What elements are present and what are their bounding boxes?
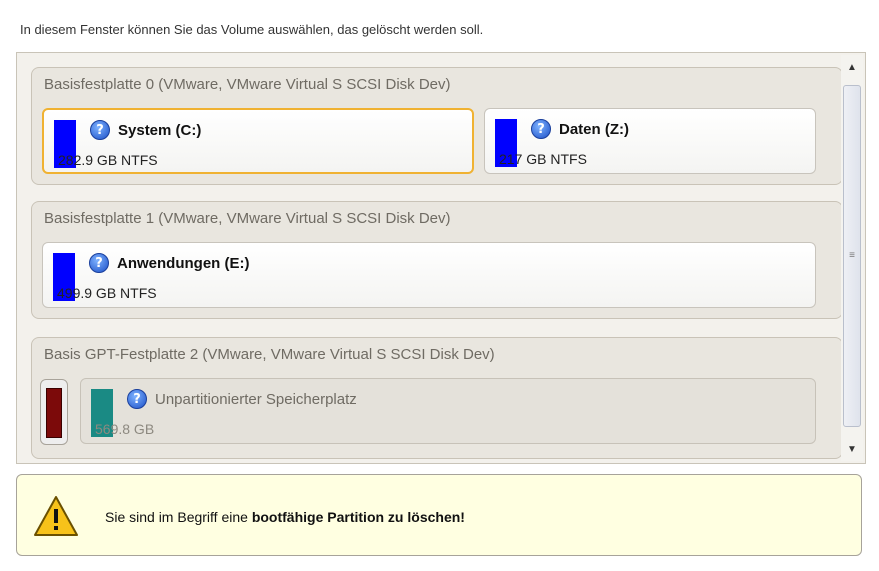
partition-boot-small[interactable]: [40, 379, 68, 445]
warning-text: Sie sind im Begriff eine bootfähige Part…: [105, 509, 465, 525]
partition-info: 217 GB NTFS: [499, 151, 587, 167]
disk-group-0: Basisfestplatte 0 (VMware, VMware Virtua…: [31, 67, 843, 185]
partition-name: System (C:): [118, 121, 202, 139]
partition-info: 569.8 GB: [95, 421, 155, 437]
disk-title: Basis GPT-Festplatte 2 (VMware, VMware V…: [44, 346, 495, 363]
warning-box: Sie sind im Begriff eine bootfähige Part…: [16, 474, 862, 556]
question-help-icon[interactable]: ?: [531, 119, 551, 139]
disk-title: Basisfestplatte 0 (VMware, VMware Virtua…: [44, 76, 451, 93]
warning-bold-text: bootfähige Partition zu löschen!: [251, 509, 465, 525]
grip-icon: ≡: [849, 250, 855, 261]
partition-name: Anwendungen (E:): [117, 254, 250, 272]
volume-list[interactable]: Basisfestplatte 0 (VMware, VMware Virtua…: [16, 52, 866, 464]
partition-info: 499.9 GB NTFS: [57, 285, 157, 301]
partition-name: Unpartitionierter Speicherplatz: [155, 390, 357, 408]
question-help-icon[interactable]: ?: [90, 120, 110, 140]
partition-color-bar: [46, 388, 62, 438]
partition-info: 282.9 GB NTFS: [58, 152, 158, 168]
instruction-text: In diesem Fenster können Sie das Volume …: [20, 22, 484, 37]
vertical-scrollbar[interactable]: ▲ ≡ ▼: [841, 55, 863, 461]
scroll-up-button[interactable]: ▲: [843, 57, 861, 77]
question-help-icon[interactable]: ?: [127, 389, 147, 409]
scroll-thumb[interactable]: ≡: [843, 85, 861, 427]
partition-daten-z[interactable]: ? Daten (Z:) 217 GB NTFS: [484, 108, 816, 174]
scroll-down-button[interactable]: ▼: [843, 439, 861, 459]
question-help-icon[interactable]: ?: [89, 253, 109, 273]
partition-anwendungen-e[interactable]: ? Anwendungen (E:) 499.9 GB NTFS: [42, 242, 816, 308]
disk-title: Basisfestplatte 1 (VMware, VMware Virtua…: [44, 210, 451, 227]
volume-list-area: Basisfestplatte 0 (VMware, VMware Virtua…: [17, 53, 843, 463]
partition-unallocated[interactable]: ? Unpartitionierter Speicherplatz 569.8 …: [80, 378, 816, 444]
disk-group-2: Basis GPT-Festplatte 2 (VMware, VMware V…: [31, 337, 843, 459]
partition-name: Daten (Z:): [559, 120, 629, 138]
partition-system-c[interactable]: ? System (C:) 282.9 GB NTFS: [42, 108, 474, 174]
disk-group-1: Basisfestplatte 1 (VMware, VMware Virtua…: [31, 201, 843, 319]
warning-triangle-icon: [34, 496, 78, 536]
